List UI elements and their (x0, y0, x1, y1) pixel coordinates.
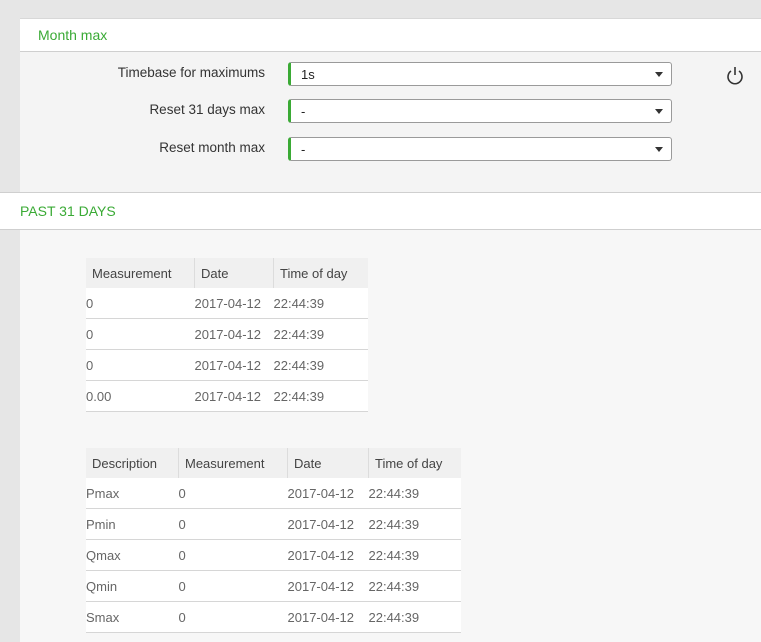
reset-month-value: - (301, 142, 306, 157)
reset-month-select[interactable]: - (288, 137, 672, 161)
measurement-cell: 0 (178, 539, 288, 571)
column-header-measurement: Measurement (86, 258, 195, 288)
column-header-date: Date (194, 258, 274, 288)
column-header-date: Date (287, 448, 369, 478)
date-cell: 2017-04-12 (194, 288, 274, 319)
power-icon[interactable] (726, 65, 744, 90)
table-row: 0 2017-04-12 22:44:39 (86, 288, 368, 319)
measurement-cell: 0 (178, 508, 288, 540)
measurement-cell: 0 (86, 288, 195, 319)
past-31-days-title: PAST 31 DAYS (20, 203, 116, 219)
chevron-down-icon (655, 109, 663, 114)
reset-31-days-value: - (301, 104, 306, 119)
time-cell: 22:44:39 (273, 318, 368, 350)
month-max-header: Month max (20, 18, 761, 52)
table-row: Smax 0 2017-04-12 22:44:39 (86, 601, 461, 633)
chevron-down-icon (655, 147, 663, 152)
date-cell: 2017-04-12 (287, 478, 369, 509)
time-cell: 22:44:39 (368, 601, 461, 633)
time-cell: 22:44:39 (273, 380, 368, 412)
date-cell: 2017-04-12 (287, 601, 369, 633)
description-cell: Qmax (86, 539, 179, 571)
table-row: Pmin 0 2017-04-12 22:44:39 (86, 508, 461, 540)
date-cell: 2017-04-12 (194, 318, 274, 350)
measurement-cell: 0 (178, 570, 288, 602)
time-cell: 22:44:39 (368, 478, 461, 509)
reset-31-days-select[interactable]: - (288, 99, 672, 123)
main-panel: Month max Timebase for maximums 1s Reset… (0, 18, 761, 642)
description-cell: Qmin (86, 570, 179, 602)
table-row: 0.00 2017-04-12 22:44:39 (86, 380, 368, 412)
month-max-title: Month max (38, 27, 108, 43)
description-cell: Smax (86, 601, 179, 633)
time-cell: 22:44:39 (273, 349, 368, 381)
table-row: Pmax 0 2017-04-12 22:44:39 (86, 478, 461, 509)
time-cell: 22:44:39 (368, 539, 461, 571)
measurement-cell: 0 (178, 478, 288, 509)
date-cell: 2017-04-12 (287, 539, 369, 571)
max-table: Measurement Date Time of day 0 2017-04-1… (86, 258, 368, 412)
column-header-measurement: Measurement (178, 448, 288, 478)
measurement-cell: 0.00 (86, 380, 195, 412)
date-cell: 2017-04-12 (194, 380, 274, 412)
date-cell: 2017-04-12 (287, 570, 369, 602)
table-row: Qmin 0 2017-04-12 22:44:39 (86, 570, 461, 602)
column-header-description: Description (86, 448, 179, 478)
month-max-controls: Timebase for maximums 1s Reset 31 days m… (20, 52, 761, 192)
date-cell: 2017-04-12 (194, 349, 274, 381)
time-cell: 22:44:39 (368, 508, 461, 540)
past-31-days-header: PAST 31 DAYS (0, 192, 761, 230)
table-row: 0 2017-04-12 22:44:39 (86, 318, 368, 350)
past-31-days-body: Measurement Date Time of day 0 2017-04-1… (20, 230, 761, 642)
measurement-cell: 0 (86, 349, 195, 381)
timebase-label: Timebase for maximums (117, 65, 265, 80)
measurement-cell: 0 (86, 318, 195, 350)
reset-31-days-label: Reset 31 days max (149, 102, 265, 117)
description-cell: Pmin (86, 508, 179, 540)
time-cell: 22:44:39 (273, 288, 368, 319)
time-cell: 22:44:39 (368, 570, 461, 602)
detail-table: Description Measurement Date Time of day… (86, 448, 461, 633)
column-header-time: Time of day (368, 448, 461, 478)
measurement-cell: 0 (178, 601, 288, 633)
date-cell: 2017-04-12 (287, 508, 369, 540)
table-row: 0 2017-04-12 22:44:39 (86, 349, 368, 381)
chevron-down-icon (655, 72, 663, 77)
timebase-value: 1s (301, 67, 315, 82)
reset-month-label: Reset month max (159, 140, 265, 155)
table-row: Qmax 0 2017-04-12 22:44:39 (86, 539, 461, 571)
timebase-select[interactable]: 1s (288, 62, 672, 86)
description-cell: Pmax (86, 478, 179, 509)
column-header-time: Time of day (273, 258, 368, 288)
